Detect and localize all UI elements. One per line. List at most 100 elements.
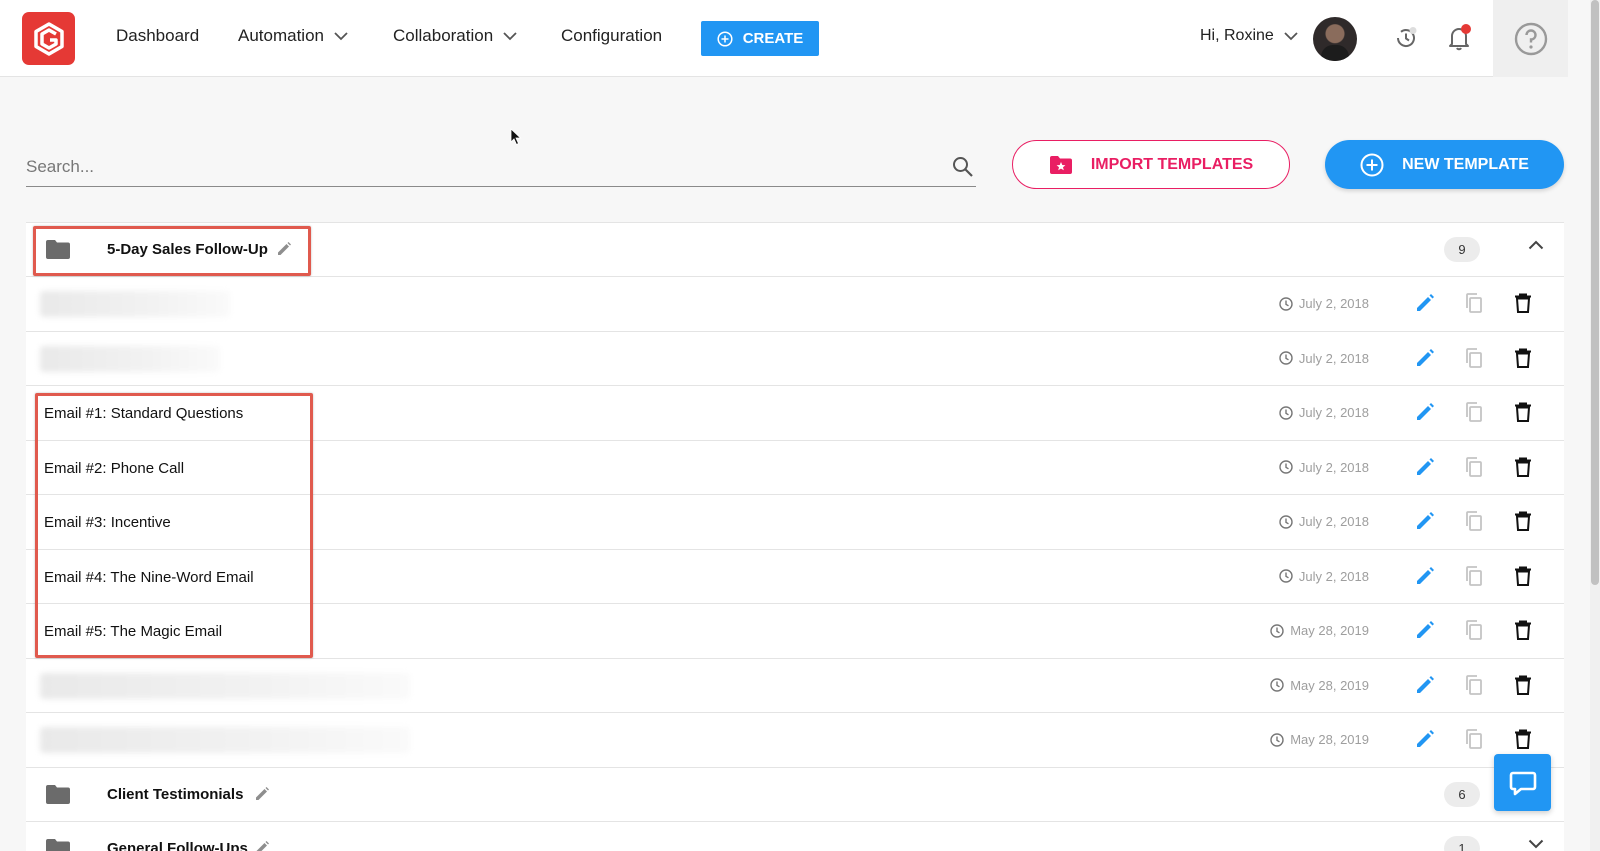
template-date: July 2, 2018 xyxy=(1279,569,1369,584)
copy-icon[interactable] xyxy=(1463,347,1485,369)
pencil-icon[interactable] xyxy=(276,241,292,257)
bell-icon[interactable] xyxy=(1447,24,1471,57)
chevron-down-icon xyxy=(334,31,348,40)
template-date: July 2, 2018 xyxy=(1279,460,1369,475)
template-count-badge: 1 xyxy=(1444,835,1480,851)
chevron-down-icon[interactable] xyxy=(1528,839,1544,849)
trash-icon[interactable] xyxy=(1512,565,1534,587)
copy-icon[interactable] xyxy=(1463,565,1485,587)
template-name-redacted xyxy=(40,672,410,699)
nav-configuration[interactable]: Configuration xyxy=(561,26,662,46)
new-template-button[interactable]: NEW TEMPLATE xyxy=(1325,140,1564,189)
folder-icon xyxy=(46,784,70,804)
pencil-icon[interactable] xyxy=(1414,292,1436,314)
template-name: Email #5: The Magic Email xyxy=(44,623,223,640)
help-button[interactable] xyxy=(1493,0,1568,77)
folder-star-icon xyxy=(1049,155,1072,174)
template-date: July 2, 2018 xyxy=(1279,351,1369,366)
pencil-icon[interactable] xyxy=(1414,674,1436,696)
plus-circle-icon xyxy=(1360,153,1384,176)
history-icon[interactable] xyxy=(1394,26,1418,55)
copy-icon[interactable] xyxy=(1463,510,1485,532)
logo-icon[interactable] xyxy=(22,12,75,65)
template-date: May 28, 2019 xyxy=(1270,732,1369,747)
search-bar xyxy=(26,149,976,187)
nav-configuration-label: Configuration xyxy=(561,26,663,45)
folder-row[interactable]: Client Testimonials 6 xyxy=(26,767,1564,822)
mouse-cursor-icon xyxy=(510,128,522,146)
pencil-icon[interactable] xyxy=(254,840,270,851)
chat-widget-button[interactable] xyxy=(1494,754,1551,811)
template-row[interactable]: July 2, 2018 xyxy=(26,331,1564,386)
template-date: May 28, 2019 xyxy=(1270,678,1369,693)
template-name-redacted xyxy=(40,727,410,753)
scrollbar-thumb[interactable] xyxy=(1591,0,1599,585)
template-row[interactable]: Email #2: Phone Call July 2, 2018 xyxy=(26,440,1564,495)
nav-automation-label: Automation xyxy=(238,26,324,45)
nav-automation[interactable]: Automation xyxy=(238,26,348,46)
template-date: July 2, 2018 xyxy=(1279,514,1369,529)
trash-icon[interactable] xyxy=(1512,401,1534,423)
folder-icon xyxy=(46,838,70,851)
folder-icon xyxy=(46,240,70,259)
template-date-text: May 28, 2019 xyxy=(1290,732,1369,747)
template-date-text: May 28, 2019 xyxy=(1290,623,1369,638)
clock-icon xyxy=(1270,732,1284,747)
template-date: July 2, 2018 xyxy=(1279,405,1369,420)
template-name: Email #1: Standard Questions xyxy=(44,405,244,422)
pencil-icon[interactable] xyxy=(1414,347,1436,369)
template-date-text: July 2, 2018 xyxy=(1298,459,1369,475)
clock-icon xyxy=(1279,351,1293,365)
copy-icon[interactable] xyxy=(1463,619,1485,641)
template-date: July 2, 2018 xyxy=(1279,296,1369,311)
pencil-icon[interactable] xyxy=(254,786,270,802)
search-icon[interactable] xyxy=(952,156,974,178)
create-button[interactable]: CREATE xyxy=(701,21,819,56)
template-date-text: July 2, 2018 xyxy=(1298,514,1369,529)
copy-icon[interactable] xyxy=(1463,728,1485,750)
template-date-text: July 2, 2018 xyxy=(1298,405,1369,420)
pencil-icon[interactable] xyxy=(1414,510,1436,532)
pencil-icon[interactable] xyxy=(1414,619,1436,641)
avatar[interactable] xyxy=(1313,17,1357,61)
template-row[interactable]: May 28, 2019 xyxy=(26,713,1564,768)
import-templates-button[interactable]: IMPORT TEMPLATES xyxy=(1012,140,1290,189)
template-row[interactable]: May 28, 2019 xyxy=(26,658,1564,713)
nav-dashboard-label: Dashboard xyxy=(116,26,200,45)
search-input[interactable] xyxy=(26,149,926,185)
folder-row[interactable]: General Follow-Ups 1 xyxy=(26,821,1564,851)
pencil-icon[interactable] xyxy=(1414,728,1436,750)
template-name-redacted xyxy=(40,345,220,372)
copy-icon[interactable] xyxy=(1463,456,1485,478)
copy-icon[interactable] xyxy=(1463,674,1485,696)
template-folder-list: 5-Day Sales Follow-Up 9 July 2, 2018 Jul… xyxy=(26,222,1564,851)
trash-icon[interactable] xyxy=(1512,674,1534,696)
trash-icon[interactable] xyxy=(1512,510,1534,532)
user-menu[interactable]: Hi, Roxine xyxy=(1200,27,1298,45)
chevron-up-icon[interactable] xyxy=(1528,240,1544,250)
copy-icon[interactable] xyxy=(1463,292,1485,314)
folder-row[interactable]: 5-Day Sales Follow-Up 9 xyxy=(26,223,1564,277)
help-icon xyxy=(1514,22,1547,55)
plus-circle-icon xyxy=(717,30,733,47)
clock-icon xyxy=(1279,460,1293,474)
user-greeting: Hi, Roxine xyxy=(1200,27,1274,44)
trash-icon[interactable] xyxy=(1512,728,1534,750)
nav-dashboard[interactable]: Dashboard xyxy=(116,26,199,46)
pencil-icon[interactable] xyxy=(1414,401,1436,423)
template-row[interactable]: Email #1: Standard Questions July 2, 201… xyxy=(26,386,1564,441)
trash-icon[interactable] xyxy=(1512,456,1534,478)
trash-icon[interactable] xyxy=(1512,619,1534,641)
pencil-icon[interactable] xyxy=(1414,565,1436,587)
copy-icon[interactable] xyxy=(1463,401,1485,423)
template-count-badge: 9 xyxy=(1444,237,1480,262)
new-template-label: NEW TEMPLATE xyxy=(1402,155,1529,173)
template-row[interactable]: Email #3: Incentive July 2, 2018 xyxy=(26,495,1564,550)
template-row[interactable]: Email #4: The Nine-Word Email July 2, 20… xyxy=(26,549,1564,604)
template-row[interactable]: Email #5: The Magic Email May 28, 2019 xyxy=(26,604,1564,659)
trash-icon[interactable] xyxy=(1512,347,1534,369)
template-row[interactable]: July 2, 2018 xyxy=(26,277,1564,332)
trash-icon[interactable] xyxy=(1512,292,1534,314)
pencil-icon[interactable] xyxy=(1414,456,1436,478)
nav-collaboration[interactable]: Collaboration xyxy=(393,26,517,46)
